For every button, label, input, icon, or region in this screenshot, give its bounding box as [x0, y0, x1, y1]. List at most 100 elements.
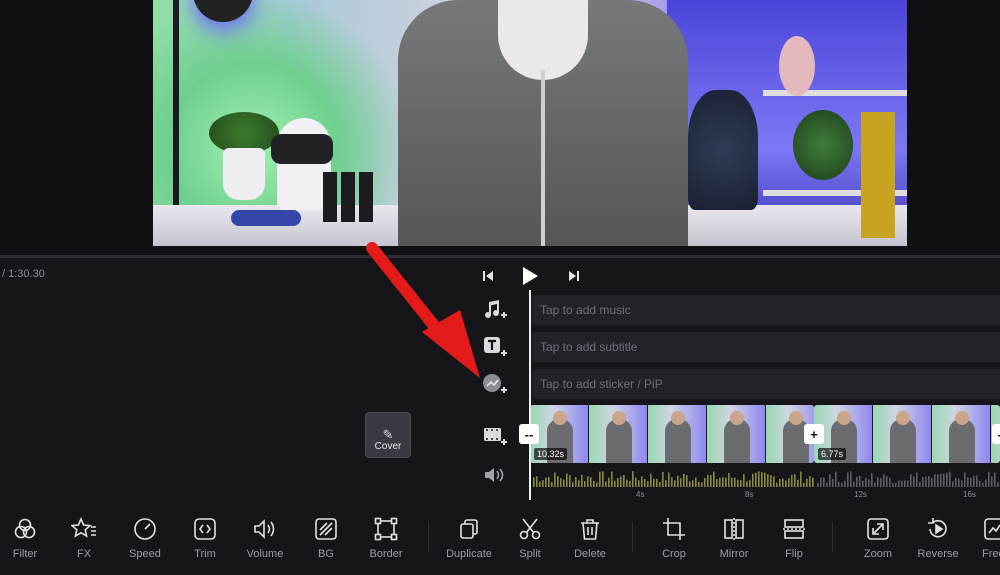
play-icon[interactable]	[518, 264, 542, 288]
waveform-bar	[797, 479, 799, 487]
waveform-bar	[934, 474, 936, 487]
waveform-bar	[557, 475, 559, 487]
waveform-bar	[991, 476, 993, 487]
waveform-bar	[928, 476, 930, 487]
waveform-bar	[743, 474, 745, 487]
tool-split[interactable]: Split	[500, 516, 560, 566]
waveform-bar	[647, 481, 649, 487]
sticker-pip-track[interactable]: Tap to add sticker / PiP	[532, 369, 1000, 399]
waveform-bar	[662, 471, 664, 487]
tool-zoom[interactable]: Zoom	[848, 516, 908, 566]
waveform-bar	[910, 474, 912, 487]
tool-trim[interactable]: Trim	[175, 516, 235, 566]
waveform-bar	[608, 477, 610, 487]
waveform-bar	[919, 482, 921, 487]
waveform-bar	[886, 475, 888, 487]
clip-thumbnail	[589, 405, 648, 463]
waveform-bar	[856, 476, 858, 487]
tool-fx[interactable]: FX	[54, 516, 114, 566]
waveform-bar	[925, 476, 927, 487]
subtitle-track[interactable]: Tap to add subtitle	[532, 332, 1000, 362]
waveform-bar	[617, 477, 619, 487]
skip-to-start-icon[interactable]	[478, 264, 498, 288]
tool-label: FX	[76, 548, 92, 560]
waveform-bar	[817, 482, 819, 487]
cover-button[interactable]: ✎ Cover	[365, 412, 411, 458]
waveform-bar	[572, 482, 574, 487]
shelf	[763, 90, 907, 96]
tool-bg[interactable]: BG	[296, 516, 356, 566]
video-clip[interactable]: 6.77s	[814, 405, 1000, 463]
waveform-bar	[826, 482, 828, 487]
waveform-bar	[674, 480, 676, 487]
audio-track-volume-icon[interactable]	[482, 463, 508, 487]
plant-pot	[223, 148, 265, 200]
waveform-bar	[916, 472, 918, 487]
waveform-bar	[665, 480, 667, 487]
waveform-bar	[551, 482, 553, 487]
flip-icon	[781, 516, 807, 542]
waveform-bar	[862, 480, 864, 487]
waveform-bar	[554, 472, 556, 487]
waveform-bar	[880, 477, 882, 487]
background-icon	[313, 516, 339, 542]
waveform-bar	[653, 478, 655, 487]
trim-icon	[192, 516, 218, 542]
waveform-bar	[746, 481, 748, 487]
trim-handle-right[interactable]: --	[992, 424, 1000, 444]
waveform-bar	[668, 472, 670, 487]
tool-reverse[interactable]: Reverse	[908, 516, 968, 566]
waveform-bar	[575, 477, 577, 487]
add-transition-button[interactable]: +	[804, 424, 824, 444]
waveform-bar	[599, 471, 601, 487]
trim-handle-left[interactable]: --	[519, 424, 539, 444]
tool-label: Zoom	[863, 548, 893, 560]
waveform-bar	[958, 478, 960, 487]
waveform-bar	[901, 480, 903, 487]
waveform-bar	[761, 471, 763, 487]
waveform-bar	[764, 472, 766, 487]
tool-border[interactable]: Border	[356, 516, 416, 566]
waveform-bar	[782, 478, 784, 487]
time-readout: / 1:30.30	[2, 268, 45, 280]
tool-volume[interactable]: Volume	[235, 516, 295, 566]
tool-label: Duplicate	[446, 548, 492, 560]
waveform-bar	[937, 474, 939, 487]
tool-crop[interactable]: Crop	[644, 516, 704, 566]
waveform-bar	[539, 481, 541, 487]
video-preview[interactable]	[153, 0, 907, 246]
tool-duplicate[interactable]: Duplicate	[439, 516, 499, 566]
time-ruler: 4s 8s 12s 16s	[530, 490, 1000, 502]
skip-to-end-icon[interactable]	[564, 264, 584, 288]
waveform-bar	[961, 480, 963, 487]
music-track[interactable]: Tap to add music	[532, 295, 1000, 325]
video-clip-selected[interactable]: 10.32s	[530, 405, 814, 463]
freeze-icon	[982, 516, 1000, 542]
tool-flip[interactable]: Flip	[764, 516, 824, 566]
tool-label: Filter	[12, 548, 38, 560]
tool-speed[interactable]: Speed	[115, 516, 175, 566]
waveform-bar	[877, 477, 879, 487]
add-music-icon[interactable]	[482, 298, 508, 322]
waveform-bar	[970, 477, 972, 487]
audio-waveform	[532, 467, 1000, 487]
cover-label: Cover	[374, 441, 402, 452]
toolbar-separator	[832, 522, 833, 552]
add-sticker-icon[interactable]	[482, 372, 508, 396]
tool-mirror[interactable]: Mirror	[704, 516, 764, 566]
desk-objects	[323, 172, 373, 222]
tool-delete[interactable]: Delete	[560, 516, 620, 566]
waveform-bar	[545, 477, 547, 487]
waveform-bar	[677, 475, 679, 487]
ruler-tick-label: 8s	[745, 490, 754, 499]
add-text-icon[interactable]	[482, 335, 508, 359]
waveform-bar	[823, 477, 825, 487]
waveform-bar	[659, 482, 661, 487]
tool-freeze[interactable]: Free	[968, 516, 1000, 566]
playhead[interactable]	[529, 290, 531, 500]
add-clip-icon[interactable]	[482, 424, 508, 448]
waveform-bar	[835, 471, 837, 487]
waveform-bar	[922, 476, 924, 487]
fx-star-icon	[71, 516, 97, 542]
tool-filter[interactable]: Filter	[0, 516, 55, 566]
